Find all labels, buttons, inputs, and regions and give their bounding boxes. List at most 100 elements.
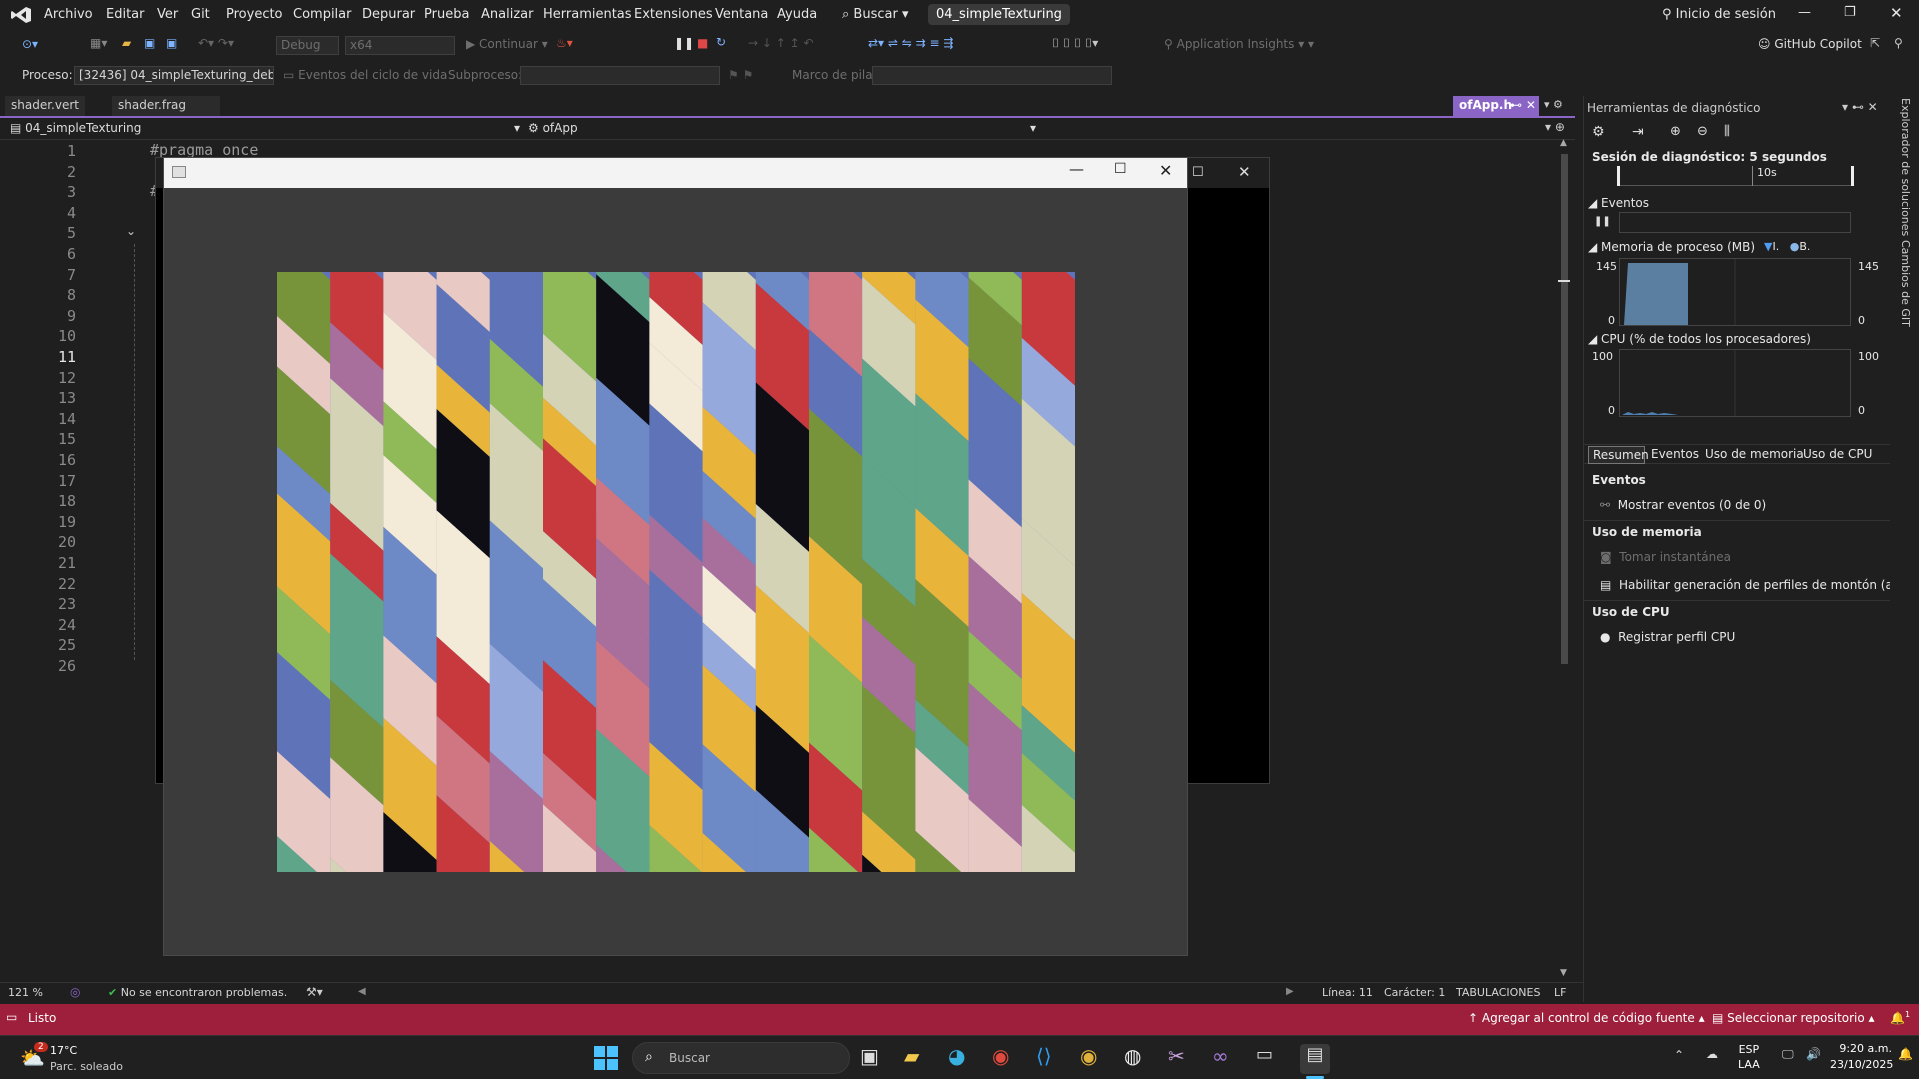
status-output-icon[interactable]: ▭	[6, 1010, 17, 1024]
registrar-cpu-button[interactable]: ● Registrar perfil CPU	[1600, 630, 1735, 644]
file-explorer-icon[interactable]: ▰	[904, 1044, 934, 1074]
language-indicator[interactable]: ESP LAA	[1738, 1042, 1760, 1072]
scroll-down-icon[interactable]: ▼	[1560, 968, 1567, 978]
zoom-in-icon[interactable]: ⊕	[1670, 124, 1681, 139]
search-menu[interactable]: ⌕ Buscar ▾	[842, 7, 908, 22]
menu-ver[interactable]: Ver	[157, 7, 178, 22]
intellicode-icon[interactable]: ◎	[70, 985, 80, 999]
break-all-icon[interactable]: ❚❚	[674, 36, 694, 50]
bookmark-icons[interactable]: ⌷ ⌷ ⌷ ⌷▾	[1052, 36, 1098, 51]
menu-ventana[interactable]: Ventana	[715, 7, 768, 22]
console-maximize-button[interactable]: ☐	[1192, 165, 1204, 180]
notifications-icon[interactable]: 🔔1	[1890, 1010, 1910, 1025]
taskbar-search[interactable]: ⌕ Buscar	[632, 1042, 850, 1074]
task-view-icon[interactable]: ▣	[860, 1044, 890, 1074]
undo-icon[interactable]: ↶▾ ↷▾	[198, 36, 234, 50]
menu-editar[interactable]: Editar	[106, 7, 145, 22]
app-window-taskbar-icon[interactable]: ▤	[1300, 1044, 1330, 1074]
problems-indicator[interactable]: ✔ No se encontraron problemas.	[108, 986, 287, 999]
fold-chevron-icon[interactable]: ⌄	[126, 224, 136, 238]
member-select[interactable]: ⚙ ofApp ▾	[528, 121, 1036, 135]
chrome-icon[interactable]: ◉	[992, 1044, 1022, 1074]
diag-tab-0[interactable]: Resumen	[1588, 446, 1649, 464]
menu-proyecto[interactable]: Proyecto	[226, 7, 283, 22]
console-close-button[interactable]: ✕	[1238, 163, 1251, 181]
save-icon[interactable]: ▣	[144, 36, 155, 50]
menu-depurar[interactable]: Depurar	[362, 7, 415, 22]
vscode-icon[interactable]: ⟨⟩	[1036, 1044, 1066, 1074]
close-button[interactable]: ✕	[1890, 4, 1903, 22]
menu-ayuda[interactable]: Ayuda	[777, 7, 817, 22]
start-button[interactable]	[594, 1046, 618, 1070]
menu-archivo[interactable]: Archivo	[44, 7, 93, 22]
zoom-out-icon[interactable]: ⊖	[1697, 124, 1708, 139]
edge-icon[interactable]: ◕	[948, 1044, 978, 1074]
stack-frame-select[interactable]	[872, 66, 1112, 85]
copilot-button[interactable]: ☺ GitHub Copilot	[1758, 37, 1862, 51]
diag-export-icon[interactable]: ⇥	[1632, 124, 1644, 140]
menu-analizar[interactable]: Analizar	[481, 7, 533, 22]
network-icon[interactable]: 🖵	[1782, 1047, 1794, 1062]
tab-shader-vert[interactable]: shader.vert	[5, 96, 85, 116]
volume-icon[interactable]: 🔊	[1806, 1047, 1821, 1061]
continue-button[interactable]: ▶ Continuar ▾	[466, 37, 548, 51]
thread-select[interactable]	[520, 66, 720, 85]
scope-select[interactable]: ▤ 04_simpleTexturing ▾	[10, 121, 520, 135]
minimize-button[interactable]: —	[1798, 5, 1811, 20]
diag-settings-icon[interactable]: ⚙	[1592, 124, 1605, 140]
scroll-up-icon[interactable]: ▲	[1560, 138, 1567, 148]
scroll-thumb[interactable]	[1561, 154, 1568, 664]
app-minimize-button[interactable]: —	[1069, 160, 1084, 178]
side-tab-solution-explorer[interactable]: Explorador de soluciones	[1899, 98, 1912, 236]
clock[interactable]: 9:20 a.m. 23/10/2025	[1830, 1041, 1893, 1073]
app-maximize-button[interactable]: ☐	[1114, 161, 1127, 177]
diag-tab-3[interactable]: Uso de CPU	[1799, 446, 1872, 464]
diagnostic-icons[interactable]: ⇄▾ ⇌ ⇋ ⇉ ≡ ⇶	[868, 36, 953, 50]
side-tab-git-changes[interactable]: Cambios de GIT	[1899, 240, 1912, 327]
pause-events-icon[interactable]: ❚❚	[1594, 216, 1611, 227]
onedrive-icon[interactable]: ☁	[1706, 1047, 1718, 1061]
diag-window-controls[interactable]: ▾ ⊷ ✕	[1842, 100, 1878, 114]
ruler-end-handle[interactable]	[1851, 166, 1854, 186]
app-window[interactable]: — ☐ ✕	[163, 157, 1188, 956]
split-icon[interactable]: ▾ ⊕	[1545, 120, 1565, 134]
new-project-icon[interactable]: ▦▾	[90, 36, 107, 50]
tray-chevron-icon[interactable]: ⌃	[1674, 1048, 1684, 1062]
snipping-tool-icon[interactable]: ✂	[1168, 1044, 1198, 1074]
stop-icon[interactable]: ■	[697, 36, 708, 50]
diag-tab-2[interactable]: Uso de memoria	[1701, 446, 1804, 464]
cleanup-icon[interactable]: ⚒▾	[306, 985, 323, 999]
hscroll-left-icon[interactable]: ◀	[358, 986, 366, 997]
select-repo-button[interactable]: ▤ Seleccionar repositorio ▴	[1712, 1011, 1875, 1025]
menu-prueba[interactable]: Prueba	[424, 7, 469, 22]
tab-shader-frag[interactable]: shader.frag	[112, 96, 220, 116]
timeline-ruler[interactable]: 10s	[1617, 166, 1854, 186]
open-icon[interactable]: ▰	[122, 36, 131, 50]
config-select[interactable]: Debug	[276, 36, 339, 55]
mostrar-eventos-link[interactable]: ⚯ Mostrar eventos (0 de 0)	[1600, 498, 1766, 512]
menu-git[interactable]: Git	[191, 7, 210, 22]
char-indicator[interactable]: Carácter: 1	[1384, 986, 1445, 999]
hscroll-right-icon[interactable]: ▶	[1286, 986, 1294, 997]
diag-tab-1[interactable]: Eventos	[1647, 446, 1699, 464]
reset-zoom-icon[interactable]: ⫼	[1724, 124, 1730, 139]
platform-select[interactable]: x64	[345, 36, 455, 55]
hot-reload-icon[interactable]: ♨▾	[556, 36, 573, 50]
share-icon[interactable]: ⇱	[1870, 36, 1880, 50]
app-close-button[interactable]: ✕	[1159, 161, 1172, 180]
line-indicator[interactable]: Línea: 11	[1322, 986, 1373, 999]
menu-extensiones[interactable]: Extensiones	[634, 7, 713, 22]
vertical-scrollbar[interactable]: ▲ ▼	[1558, 138, 1570, 982]
notification-bell-icon[interactable]: 🔔	[1898, 1047, 1913, 1061]
chrome-icon-2[interactable]: ◉	[1080, 1044, 1110, 1074]
process-select[interactable]: [32436] 04_simpleTexturing_debug	[74, 66, 274, 85]
ruler-start-handle[interactable]	[1617, 166, 1620, 186]
restore-button[interactable]: ❐	[1844, 5, 1856, 20]
zoom-level[interactable]: 121 %	[8, 986, 43, 999]
tomar-instantanea-button[interactable]: ◙ Tomar instantánea	[1600, 550, 1731, 564]
restart-icon[interactable]: ↻	[716, 35, 726, 49]
cpu-section[interactable]: ◢ CPU (% de todos los procesadores)	[1588, 332, 1811, 346]
eventos-section[interactable]: ◢ Eventos	[1588, 196, 1649, 210]
lifecycle-events-button[interactable]: ▭ Eventos del ciclo de vida	[283, 68, 447, 82]
memoria-section[interactable]: ◢ Memoria de proceso (MB)	[1588, 240, 1755, 254]
